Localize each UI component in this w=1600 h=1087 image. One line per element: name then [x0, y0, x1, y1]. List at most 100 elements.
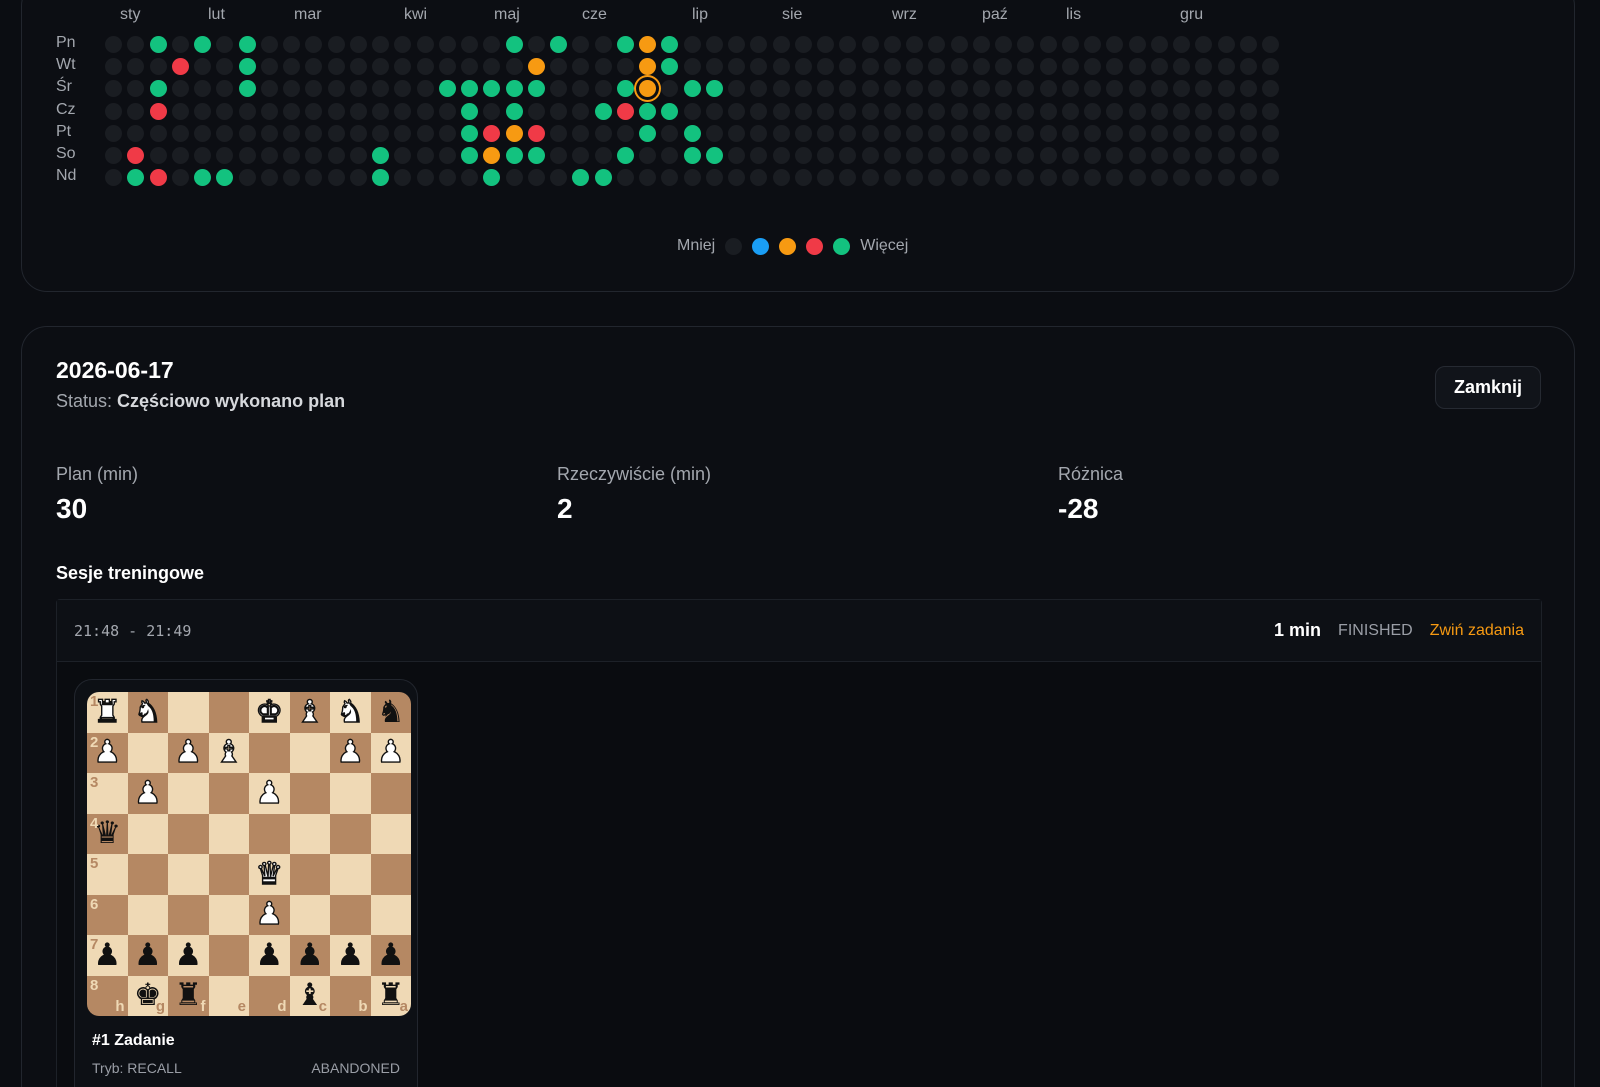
heatmap-day[interactable]	[1061, 124, 1079, 142]
heatmap-day[interactable]	[1173, 124, 1190, 142]
heatmap-day[interactable]	[260, 102, 278, 120]
heatmap-day[interactable]	[527, 102, 545, 120]
heatmap-day[interactable]	[149, 102, 167, 120]
heatmap-day[interactable]	[1039, 102, 1057, 120]
heatmap-day[interactable]	[1084, 147, 1101, 164]
heatmap-day[interactable]	[349, 169, 367, 187]
heatmap-day[interactable]	[1150, 147, 1168, 164]
heatmap-day[interactable]	[1195, 124, 1213, 142]
heatmap-day[interactable]	[238, 36, 256, 53]
heatmap-day[interactable]	[1217, 58, 1235, 76]
heatmap-day[interactable]	[260, 124, 278, 142]
heatmap-day[interactable]	[238, 102, 256, 120]
heatmap-day[interactable]	[305, 124, 323, 142]
heatmap-day[interactable]	[683, 147, 701, 164]
heatmap-day[interactable]	[594, 102, 612, 120]
heatmap-day[interactable]	[772, 36, 790, 53]
heatmap-day[interactable]	[1106, 102, 1124, 120]
heatmap-day[interactable]	[327, 169, 345, 187]
heatmap-day[interactable]	[683, 169, 701, 187]
heatmap-day[interactable]	[839, 124, 857, 142]
heatmap-day[interactable]	[972, 36, 990, 53]
heatmap-day[interactable]	[416, 147, 434, 164]
heatmap-day[interactable]	[950, 147, 968, 164]
heatmap-day[interactable]	[772, 147, 790, 164]
heatmap-day[interactable]	[416, 102, 434, 120]
heatmap-day[interactable]	[794, 36, 812, 53]
heatmap-day[interactable]	[1084, 124, 1101, 142]
heatmap-day[interactable]	[639, 124, 656, 142]
heatmap-day[interactable]	[438, 36, 456, 53]
heatmap-day[interactable]	[950, 36, 968, 53]
heatmap-day[interactable]	[728, 102, 745, 120]
heatmap-day[interactable]	[683, 80, 701, 98]
heatmap-day[interactable]	[616, 102, 634, 120]
heatmap-day[interactable]	[772, 124, 790, 142]
heatmap-day[interactable]	[105, 147, 122, 164]
heatmap-day[interactable]	[906, 36, 923, 53]
heatmap-day[interactable]	[505, 58, 523, 76]
heatmap-day[interactable]	[194, 147, 211, 164]
heatmap-day[interactable]	[349, 36, 367, 53]
heatmap-day[interactable]	[950, 124, 968, 142]
heatmap-day[interactable]	[839, 102, 857, 120]
heatmap-day[interactable]	[950, 102, 968, 120]
heatmap-day[interactable]	[438, 58, 456, 76]
heatmap-day[interactable]	[461, 124, 478, 142]
heatmap-day[interactable]	[728, 124, 745, 142]
heatmap-day[interactable]	[661, 102, 679, 120]
heatmap-day[interactable]	[683, 124, 701, 142]
heatmap-day[interactable]	[1239, 36, 1257, 53]
heatmap-day[interactable]	[194, 36, 211, 53]
heatmap-day[interactable]	[349, 102, 367, 120]
heatmap-day[interactable]	[505, 80, 523, 98]
heatmap-day[interactable]	[995, 102, 1012, 120]
collapse-tasks-link[interactable]: Zwiń zadania	[1430, 622, 1524, 640]
heatmap-day[interactable]	[861, 147, 879, 164]
heatmap-day[interactable]	[416, 80, 434, 98]
heatmap-day[interactable]	[1262, 102, 1279, 120]
heatmap-day[interactable]	[527, 36, 545, 53]
heatmap-day[interactable]	[105, 102, 122, 120]
heatmap-day[interactable]	[616, 36, 634, 53]
heatmap-day[interactable]	[817, 147, 834, 164]
heatmap-day[interactable]	[995, 124, 1012, 142]
heatmap-day[interactable]	[906, 102, 923, 120]
heatmap-day[interactable]	[260, 58, 278, 76]
heatmap-day[interactable]	[1217, 124, 1235, 142]
heatmap-day[interactable]	[216, 124, 234, 142]
heatmap-day[interactable]	[883, 36, 901, 53]
heatmap-day[interactable]	[661, 124, 679, 142]
heatmap-day[interactable]	[972, 124, 990, 142]
heatmap-day[interactable]	[327, 147, 345, 164]
heatmap-day[interactable]	[1217, 169, 1235, 187]
heatmap-day[interactable]	[149, 80, 167, 98]
heatmap-day[interactable]	[817, 124, 834, 142]
heatmap-day[interactable]	[817, 102, 834, 120]
heatmap-day[interactable]	[861, 169, 879, 187]
heatmap-day[interactable]	[171, 147, 189, 164]
heatmap-day[interactable]	[327, 102, 345, 120]
heatmap-day[interactable]	[461, 102, 478, 120]
heatmap-day[interactable]	[394, 124, 412, 142]
heatmap-day[interactable]	[1061, 169, 1079, 187]
heatmap-day[interactable]	[1262, 147, 1279, 164]
heatmap-day[interactable]	[216, 102, 234, 120]
heatmap-day[interactable]	[483, 102, 501, 120]
heatmap-day[interactable]	[1084, 102, 1101, 120]
heatmap-day[interactable]	[283, 102, 300, 120]
heatmap-day[interactable]	[238, 169, 256, 187]
heatmap-day[interactable]	[1128, 102, 1146, 120]
heatmap-day[interactable]	[794, 58, 812, 76]
heatmap-day[interactable]	[705, 124, 723, 142]
heatmap-day[interactable]	[505, 169, 523, 187]
heatmap-day[interactable]	[238, 58, 256, 76]
heatmap-day[interactable]	[349, 124, 367, 142]
heatmap-day[interactable]	[794, 147, 812, 164]
heatmap-day[interactable]	[883, 58, 901, 76]
heatmap-day[interactable]	[883, 169, 901, 187]
heatmap-day[interactable]	[171, 36, 189, 53]
heatmap-day[interactable]	[1039, 169, 1057, 187]
heatmap-day[interactable]	[238, 124, 256, 142]
heatmap-day[interactable]	[750, 102, 768, 120]
